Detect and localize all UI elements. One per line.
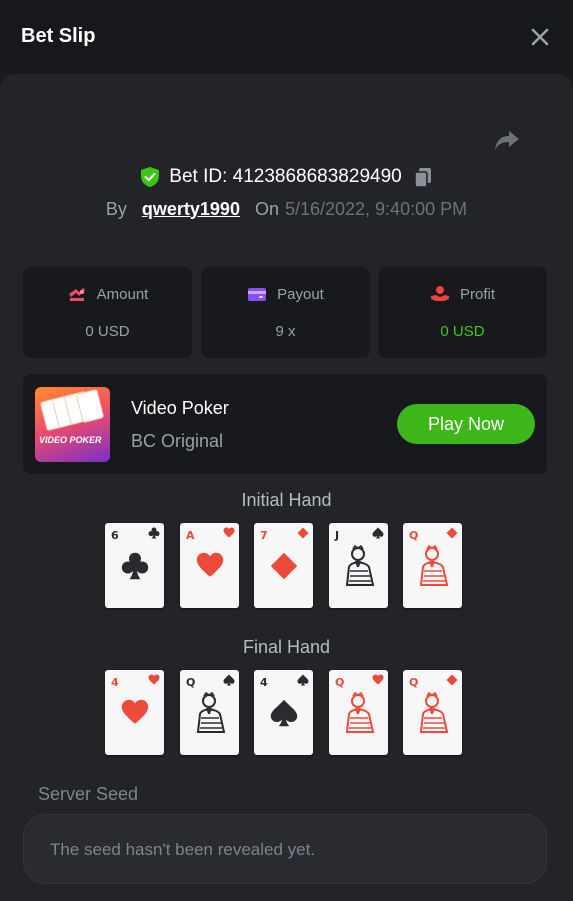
game-subtitle: BC Original	[131, 431, 224, 451]
card-rank: Q	[186, 676, 196, 689]
close-icon[interactable]	[528, 25, 552, 49]
by-label: By	[105, 198, 127, 219]
stat-label: Profit	[459, 285, 495, 303]
play-now-button[interactable]: Play Now	[397, 404, 535, 444]
playing-card: Q	[180, 670, 239, 755]
game-thumbnail[interactable]: VIDEO POKER	[35, 387, 110, 462]
wallet-icon	[248, 288, 267, 301]
card-rank: 4	[260, 676, 268, 689]
clubs-suit-icon	[148, 527, 160, 539]
bet-id: Bet ID: 4123868683829490	[169, 166, 402, 187]
card-rank: Q	[409, 529, 419, 542]
face-card-figure-icon	[196, 692, 226, 733]
diamonds-suit-icon	[297, 527, 309, 539]
page-title: Bet Slip	[21, 25, 96, 47]
bet-meta-row: By qwerty1990 On 5/16/2022, 9:40:00 PM	[0, 197, 573, 221]
profit-icon	[430, 286, 449, 301]
server-seed-value: The seed hasn't been revealed yet.	[50, 840, 316, 859]
card-rank: 7	[260, 529, 268, 542]
playing-card: A	[180, 523, 239, 608]
server-seed-field: The seed hasn't been revealed yet.	[23, 814, 547, 884]
playing-card: 7	[254, 523, 313, 608]
playing-card: Q	[329, 670, 388, 755]
copy-icon[interactable]	[412, 166, 434, 188]
card-rank: Q	[335, 676, 345, 689]
hearts-large-suit-icon	[196, 552, 224, 577]
spades-large-suit-icon	[270, 699, 298, 727]
game-card: VIDEO POKER Video Poker BC Original Play…	[23, 374, 547, 474]
face-card-figure-icon	[419, 692, 449, 733]
stat-label: Payout	[277, 285, 324, 303]
spades-suit-icon	[297, 674, 309, 686]
final-hand-title: Final Hand	[242, 637, 331, 657]
username-link[interactable]: qwerty1990	[142, 199, 240, 220]
bet-id-row: Bet ID: 4123868683829490	[0, 164, 573, 190]
spades-suit-icon	[372, 527, 384, 539]
playing-card: Q	[403, 670, 462, 755]
card-rank: Q	[409, 676, 419, 689]
face-card-figure-icon	[419, 545, 449, 586]
spades-suit-icon	[223, 674, 235, 686]
amount-icon	[68, 288, 85, 301]
on-label: On	[254, 198, 279, 219]
playing-card: J	[329, 523, 388, 608]
card-rank: J	[335, 529, 340, 542]
hearts-suit-icon	[372, 674, 384, 685]
face-card-figure-icon	[345, 692, 375, 733]
thumbnail-text: VIDEO POKER	[39, 435, 102, 445]
diamonds-suit-icon	[446, 674, 458, 686]
stat-value: 0 USD	[85, 323, 130, 340]
playing-card: 4	[105, 670, 164, 755]
card-rank: 4	[111, 676, 119, 689]
game-name: Video Poker	[131, 398, 229, 418]
stat-amount: Amount 0 USD	[23, 267, 192, 358]
initial-hand-title: Initial Hand	[241, 490, 332, 510]
bet-datetime: 5/16/2022, 9:40:00 PM	[284, 198, 468, 219]
playing-card: 4	[254, 670, 313, 755]
card-rank: 6	[111, 529, 119, 542]
stat-profit: Profit 0 USD	[378, 267, 547, 358]
share-icon[interactable]	[493, 126, 521, 154]
stat-value: 9 x	[275, 323, 296, 340]
playing-card: Q	[403, 523, 462, 608]
clubs-large-suit-icon	[121, 552, 149, 580]
playing-card: 6	[105, 523, 164, 608]
verified-shield-icon	[141, 167, 160, 187]
diamonds-suit-icon	[446, 527, 458, 539]
hearts-suit-icon	[223, 527, 235, 538]
card-rank: A	[186, 529, 195, 542]
stat-label: Amount	[96, 285, 149, 303]
face-card-figure-icon	[345, 545, 375, 586]
stat-value: 0 USD	[440, 323, 485, 340]
hearts-suit-icon	[148, 674, 160, 685]
header: Bet Slip	[0, 0, 573, 74]
stat-payout: Payout 9 x	[201, 267, 370, 358]
diamonds-large-suit-icon	[270, 552, 298, 580]
hearts-large-suit-icon	[121, 699, 149, 724]
server-seed-label: Server Seed	[38, 784, 139, 804]
